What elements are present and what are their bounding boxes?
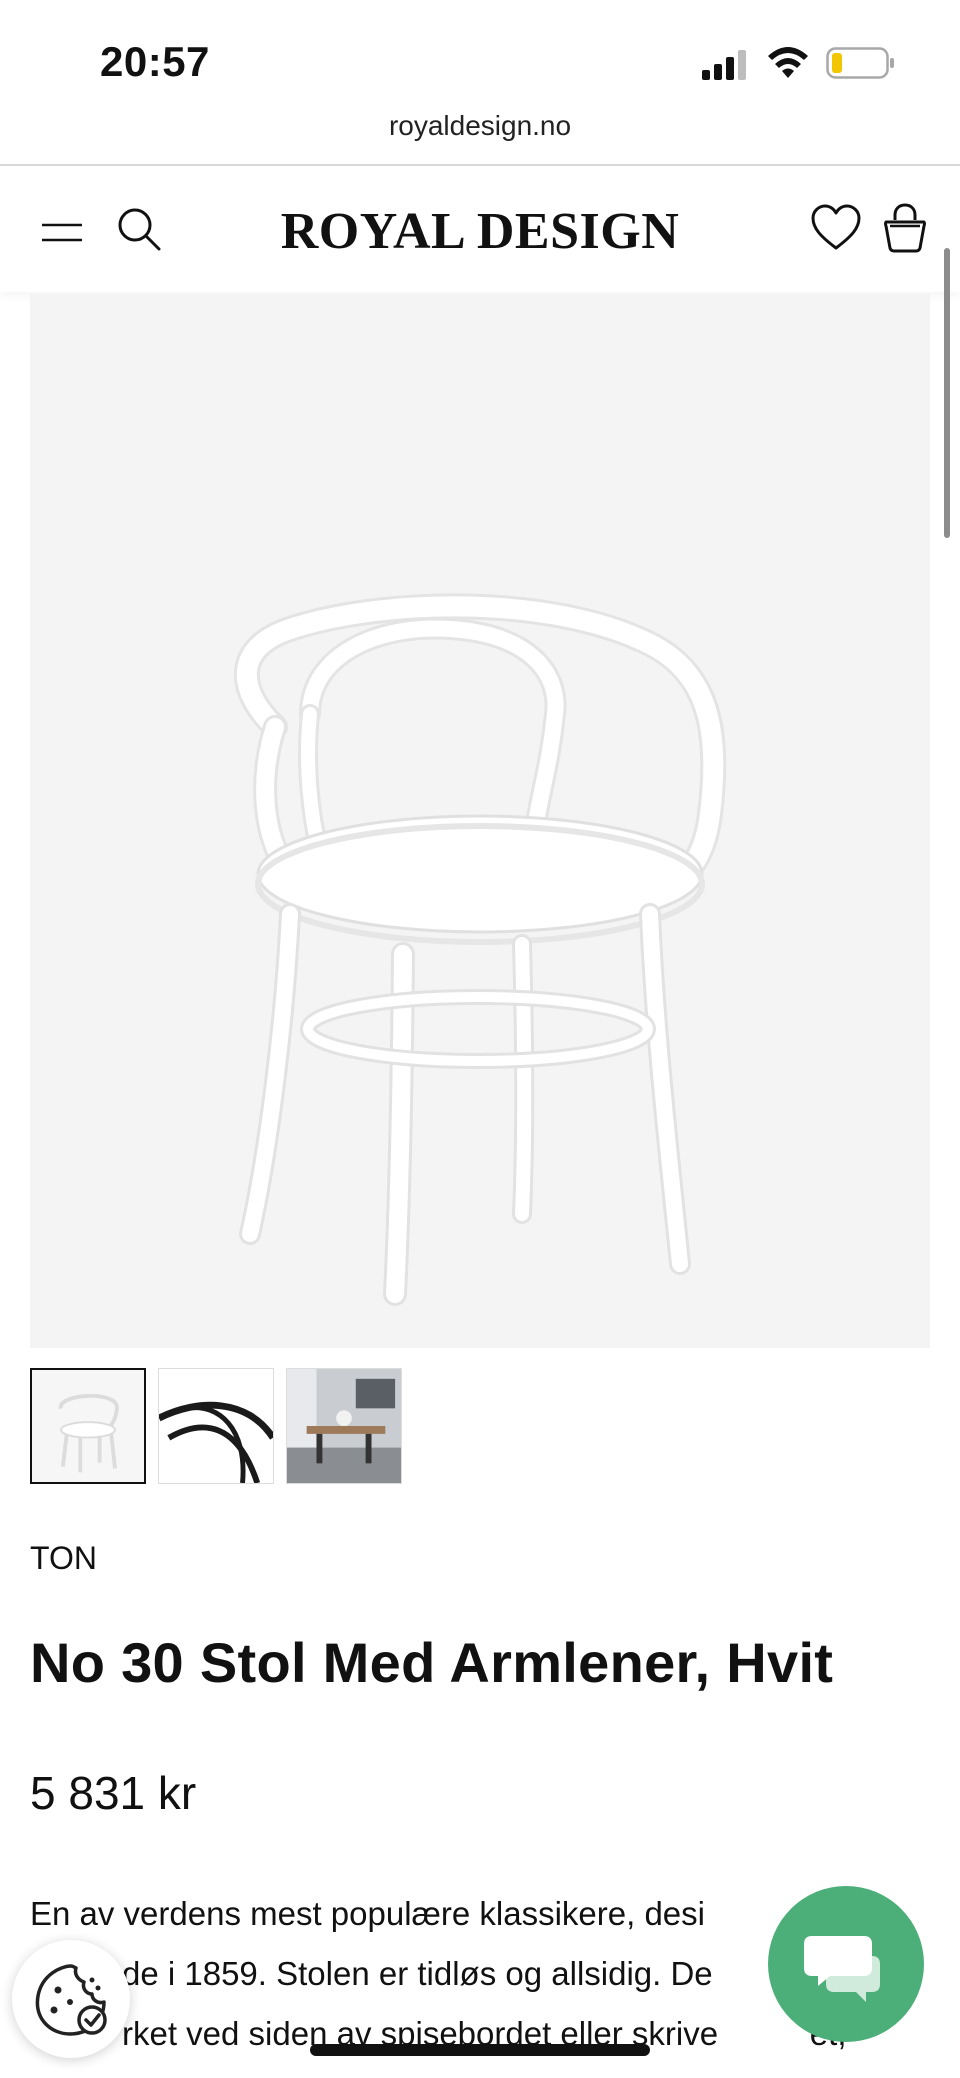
site-header: ROYAL DESIGN [0, 166, 960, 292]
battery-icon [826, 47, 894, 79]
thumbnail-black-chair-detail[interactable] [158, 1368, 274, 1484]
product-brand[interactable]: TON [30, 1540, 97, 1577]
page-scrollbar[interactable] [944, 248, 950, 538]
cellular-signal-icon [702, 50, 746, 80]
room-thumbnail-icon [287, 1369, 401, 1483]
chat-bubble-icon [804, 1936, 880, 2002]
chair-image [233, 593, 727, 1306]
status-time: 20:57 [100, 38, 210, 85]
chair-detail-thumbnail-icon [159, 1369, 273, 1483]
cookie-settings-icon [35, 1964, 107, 2036]
product-title: No 30 Stol Med Armlener, Hvit [30, 1631, 834, 1694]
status-bar: 20:57 [0, 0, 960, 110]
heart-icon[interactable] [810, 204, 862, 252]
thumbnail-white-chair[interactable] [30, 1368, 146, 1484]
wifi-icon [768, 47, 808, 78]
bag-icon[interactable] [882, 202, 928, 254]
cookie-settings-button[interactable] [12, 1940, 130, 2058]
thumbnail-strip [30, 1368, 402, 1486]
product-price: 5 831 kr [30, 1767, 197, 1819]
home-indicator [310, 2044, 650, 2056]
chat-button[interactable] [768, 1886, 924, 2042]
chair-thumbnail-icon [32, 1370, 144, 1482]
thumbnail-dining-room[interactable] [286, 1368, 402, 1484]
product-main-image[interactable] [30, 294, 930, 1348]
address-bar[interactable]: royaldesign.no [0, 104, 960, 164]
